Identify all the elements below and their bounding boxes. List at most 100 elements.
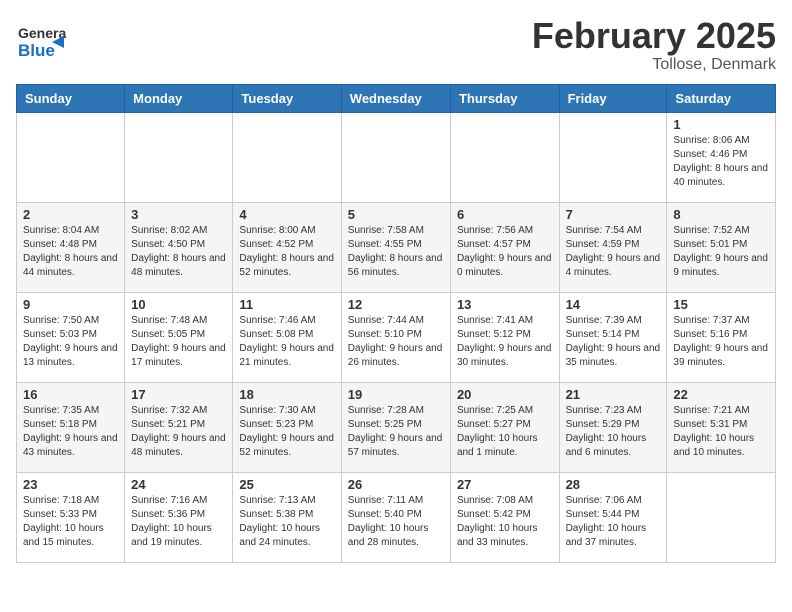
day-number: 21: [566, 387, 661, 402]
day-number: 19: [348, 387, 444, 402]
table-row: 27 Sunrise: 7:08 AMSunset: 5:42 PMDayligh…: [450, 472, 559, 562]
day-number: 4: [239, 207, 334, 222]
day-info: Sunrise: 8:02 AMSunset: 4:50 PMDaylight:…: [131, 224, 226, 280]
day-number: 1: [673, 117, 769, 132]
day-number: 8: [673, 207, 769, 222]
table-row: 6 Sunrise: 7:56 AMSunset: 4:57 PMDaylight…: [450, 202, 559, 292]
table-row: 2 Sunrise: 8:04 AMSunset: 4:48 PMDaylight…: [17, 202, 125, 292]
weekday-header-row: Sunday Monday Tuesday Wednesday Thursday…: [17, 84, 776, 112]
day-info: Sunrise: 7:44 AMSunset: 5:10 PMDaylight:…: [348, 314, 444, 370]
table-row: [125, 112, 233, 202]
day-number: 5: [348, 207, 444, 222]
col-monday: Monday: [125, 84, 233, 112]
table-row: 15 Sunrise: 7:37 AMSunset: 5:16 PMDayligh…: [667, 292, 776, 382]
day-number: 2: [23, 207, 118, 222]
day-number: 24: [131, 477, 226, 492]
day-info: Sunrise: 7:56 AMSunset: 4:57 PMDaylight:…: [457, 224, 553, 280]
day-info: Sunrise: 7:28 AMSunset: 5:25 PMDaylight:…: [348, 404, 444, 460]
table-row: [341, 112, 450, 202]
day-info: Sunrise: 7:13 AMSunset: 5:38 PMDaylight:…: [239, 494, 334, 550]
table-row: 24 Sunrise: 7:16 AMSunset: 5:36 PMDayligh…: [125, 472, 233, 562]
day-info: Sunrise: 7:06 AMSunset: 5:44 PMDaylight:…: [566, 494, 661, 550]
table-row: [17, 112, 125, 202]
day-number: 15: [673, 297, 769, 312]
calendar-week-row: 9 Sunrise: 7:50 AMSunset: 5:03 PMDaylight…: [17, 292, 776, 382]
day-info: Sunrise: 8:06 AMSunset: 4:46 PMDaylight:…: [673, 134, 769, 190]
day-info: Sunrise: 7:37 AMSunset: 5:16 PMDaylight:…: [673, 314, 769, 370]
day-info: Sunrise: 7:50 AMSunset: 5:03 PMDaylight:…: [23, 314, 118, 370]
col-friday: Friday: [559, 84, 667, 112]
table-row: 9 Sunrise: 7:50 AMSunset: 5:03 PMDaylight…: [17, 292, 125, 382]
day-info: Sunrise: 7:41 AMSunset: 5:12 PMDaylight:…: [457, 314, 553, 370]
table-row: [233, 112, 341, 202]
day-number: 25: [239, 477, 334, 492]
calendar-week-row: 2 Sunrise: 8:04 AMSunset: 4:48 PMDaylight…: [17, 202, 776, 292]
day-number: 10: [131, 297, 226, 312]
day-info: Sunrise: 7:52 AMSunset: 5:01 PMDaylight:…: [673, 224, 769, 280]
calendar-table: Sunday Monday Tuesday Wednesday Thursday…: [16, 84, 776, 563]
day-number: 18: [239, 387, 334, 402]
day-info: Sunrise: 7:21 AMSunset: 5:31 PMDaylight:…: [673, 404, 769, 460]
table-row: [667, 472, 776, 562]
day-number: 16: [23, 387, 118, 402]
table-row: 8 Sunrise: 7:52 AMSunset: 5:01 PMDaylight…: [667, 202, 776, 292]
day-number: 17: [131, 387, 226, 402]
day-number: 11: [239, 297, 334, 312]
day-info: Sunrise: 7:11 AMSunset: 5:40 PMDaylight:…: [348, 494, 444, 550]
table-row: 17Sunrise: 7:32 AMSunset: 5:21 PMDayligh…: [125, 382, 233, 472]
table-row: 10 Sunrise: 7:48 AMSunset: 5:05 PMDayligh…: [125, 292, 233, 382]
day-number: 9: [23, 297, 118, 312]
day-info: Sunrise: 8:00 AMSunset: 4:52 PMDaylight:…: [239, 224, 334, 280]
calendar-week-row: 23 Sunrise: 7:18 AMSunset: 5:33 PMDayligh…: [17, 472, 776, 562]
table-row: 25 Sunrise: 7:13 AMSunset: 5:38 PMDayligh…: [233, 472, 341, 562]
table-row: 19 Sunrise: 7:28 AMSunset: 5:25 PMDayligh…: [341, 382, 450, 472]
table-row: 5 Sunrise: 7:58 AMSunset: 4:55 PMDaylight…: [341, 202, 450, 292]
day-info: Sunrise: 7:48 AMSunset: 5:05 PMDaylight:…: [131, 314, 226, 370]
table-row: 22Sunrise: 7:21 AMSunset: 5:31 PMDayligh…: [667, 382, 776, 472]
day-number: 12: [348, 297, 444, 312]
day-info: Sunrise: 7:54 AMSunset: 4:59 PMDaylight:…: [566, 224, 661, 280]
table-row: 21Sunrise: 7:23 AMSunset: 5:29 PMDayligh…: [559, 382, 667, 472]
col-tuesday: Tuesday: [233, 84, 341, 112]
svg-text:General: General: [18, 25, 66, 41]
table-row: 13 Sunrise: 7:41 AMSunset: 5:12 PMDayligh…: [450, 292, 559, 382]
day-number: 23: [23, 477, 118, 492]
day-number: 13: [457, 297, 553, 312]
day-info: Sunrise: 7:35 AMSunset: 5:18 PMDaylight:…: [23, 404, 118, 460]
col-thursday: Thursday: [450, 84, 559, 112]
table-row: [450, 112, 559, 202]
table-row: 1 Sunrise: 8:06 AMSunset: 4:46 PMDaylight…: [667, 112, 776, 202]
col-saturday: Saturday: [667, 84, 776, 112]
calendar-week-row: 16 Sunrise: 7:35 AMSunset: 5:18 PMDayligh…: [17, 382, 776, 472]
day-info: Sunrise: 7:18 AMSunset: 5:33 PMDaylight:…: [23, 494, 118, 550]
day-info: Sunrise: 7:46 AMSunset: 5:08 PMDaylight:…: [239, 314, 334, 370]
logo-icon: General Blue: [16, 16, 66, 66]
table-row: [559, 112, 667, 202]
svg-text:Blue: Blue: [18, 41, 55, 60]
calendar-title: February 2025: [532, 16, 776, 56]
day-number: 3: [131, 207, 226, 222]
day-info: Sunrise: 8:04 AMSunset: 4:48 PMDaylight:…: [23, 224, 118, 280]
day-info: Sunrise: 7:25 AMSunset: 5:27 PMDaylight:…: [457, 404, 553, 460]
day-number: 7: [566, 207, 661, 222]
table-row: 14Sunrise: 7:39 AMSunset: 5:14 PMDayligh…: [559, 292, 667, 382]
table-row: 26 Sunrise: 7:11 AMSunset: 5:40 PMDayligh…: [341, 472, 450, 562]
day-number: 26: [348, 477, 444, 492]
calendar-week-row: 1 Sunrise: 8:06 AMSunset: 4:46 PMDaylight…: [17, 112, 776, 202]
title-block: February 2025 Tollose, Denmark: [532, 16, 776, 74]
table-row: 4 Sunrise: 8:00 AMSunset: 4:52 PMDaylight…: [233, 202, 341, 292]
table-row: 12 Sunrise: 7:44 AMSunset: 5:10 PMDayligh…: [341, 292, 450, 382]
day-info: Sunrise: 7:30 AMSunset: 5:23 PMDaylight:…: [239, 404, 334, 460]
day-info: Sunrise: 7:08 AMSunset: 5:42 PMDaylight:…: [457, 494, 553, 550]
table-row: 23 Sunrise: 7:18 AMSunset: 5:33 PMDayligh…: [17, 472, 125, 562]
table-row: 18 Sunrise: 7:30 AMSunset: 5:23 PMDayligh…: [233, 382, 341, 472]
day-number: 27: [457, 477, 553, 492]
table-row: 3 Sunrise: 8:02 AMSunset: 4:50 PMDaylight…: [125, 202, 233, 292]
day-number: 6: [457, 207, 553, 222]
table-row: 16 Sunrise: 7:35 AMSunset: 5:18 PMDayligh…: [17, 382, 125, 472]
table-row: 7 Sunrise: 7:54 AMSunset: 4:59 PMDaylight…: [559, 202, 667, 292]
day-info: Sunrise: 7:58 AMSunset: 4:55 PMDaylight:…: [348, 224, 444, 280]
day-info: Sunrise: 7:16 AMSunset: 5:36 PMDaylight:…: [131, 494, 226, 550]
day-number: 20: [457, 387, 553, 402]
col-wednesday: Wednesday: [341, 84, 450, 112]
